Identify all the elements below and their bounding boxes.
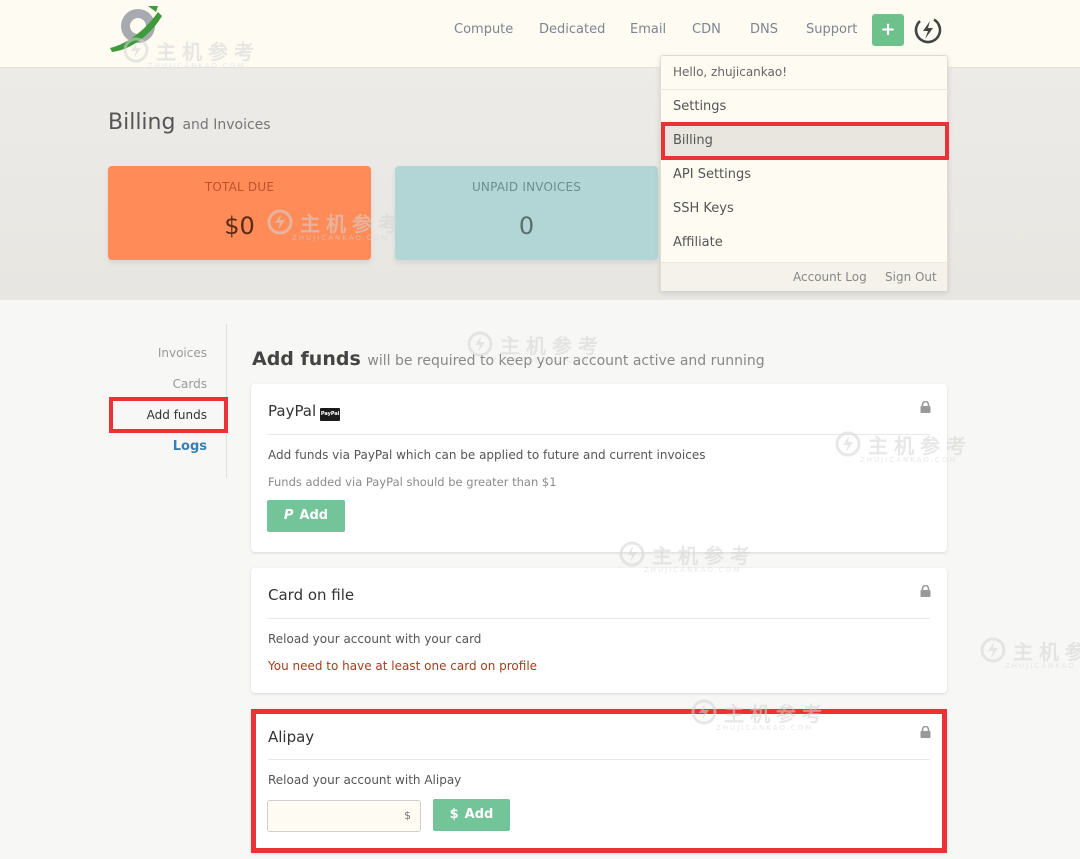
account-dropdown-menu: Hello, zhujicankao! Settings Billing API…: [660, 55, 949, 291]
card-on-file-warning: You need to have at least one card on pr…: [268, 659, 538, 673]
paypal-card-title: PayPal PayPal: [268, 402, 341, 421]
account-menu-icon[interactable]: [912, 14, 944, 46]
dropdown-divider: [661, 89, 947, 90]
page-title: Billing and Invoices: [108, 110, 271, 135]
paypal-add-button[interactable]: P Add: [267, 500, 345, 532]
total-due-value: $0: [224, 212, 255, 240]
dropdown-greeting: Hello, zhujicankao!: [673, 65, 788, 79]
unpaid-invoices-label: UNPAID INVOICES: [471, 180, 582, 194]
paypal-title-text: PayPal: [268, 402, 317, 420]
paypal-card-divider: [268, 434, 930, 435]
paypal-logo: PayPal: [320, 408, 341, 421]
create-button[interactable]: +: [872, 14, 904, 46]
card-on-file-title: Card on file: [268, 586, 355, 604]
section-title: Add funds will be required to keep your …: [252, 348, 765, 370]
total-due-card: TOTAL DUE $0: [108, 166, 371, 260]
unpaid-invoices-value: 0: [518, 212, 535, 240]
dropdown-item-ssh-keys[interactable]: SSH Keys: [673, 201, 734, 216]
dropdown-item-settings[interactable]: Settings: [673, 99, 726, 114]
lock-icon: [920, 401, 931, 413]
unpaid-invoices-card: UNPAID INVOICES 0: [395, 166, 658, 260]
sign-out-link[interactable]: Sign Out: [885, 270, 937, 284]
card-on-file-card: Card on file Reload your account with yo…: [251, 568, 947, 693]
paypal-add-label: Add: [299, 508, 329, 523]
sidebar-item-cards[interactable]: Cards: [173, 377, 207, 391]
paypal-minimum-note: Funds added via PayPal should be greater…: [268, 475, 557, 489]
section-title-main: Add funds: [252, 348, 361, 370]
nav-cdn[interactable]: CDN: [692, 22, 721, 37]
page-title-subtitle: and Invoices: [182, 117, 271, 133]
nav-dedicated[interactable]: Dedicated: [539, 22, 605, 37]
brand-logo[interactable]: [108, 4, 164, 54]
watermark-en: ZHUJICANKAO.COM: [1005, 662, 1080, 670]
nav-dns[interactable]: DNS: [750, 22, 778, 37]
page-title-main: Billing: [108, 110, 176, 135]
paypal-card: PayPal PayPal Add funds via PayPal which …: [251, 384, 947, 552]
watermark-logo-icon: [980, 637, 1006, 663]
total-due-label: TOTAL DUE: [204, 180, 275, 194]
nav-support[interactable]: Support: [806, 22, 857, 37]
card-on-file-divider: [268, 618, 930, 619]
nav-email[interactable]: Email: [630, 22, 666, 37]
sidebar-item-logs[interactable]: Logs: [173, 439, 207, 454]
card-on-file-description: Reload your account with your card: [268, 632, 482, 646]
paypal-icon: P: [283, 508, 294, 523]
sidebar-item-invoices[interactable]: Invoices: [158, 346, 207, 360]
dropdown-item-affiliate[interactable]: Affiliate: [673, 235, 723, 250]
alipay-highlight-box: [251, 709, 947, 853]
billing-highlight-box: [661, 122, 949, 160]
nav-compute[interactable]: Compute: [454, 22, 513, 37]
lock-icon: [920, 585, 931, 597]
watermark-cn: 主机参考: [1013, 640, 1080, 664]
dropdown-item-api-settings[interactable]: API Settings: [673, 167, 751, 182]
section-title-subtitle: will be required to keep your account ac…: [367, 353, 765, 369]
dropdown-footer: Account Log Sign Out: [661, 262, 947, 291]
paypal-description: Add funds via PayPal which can be applie…: [268, 448, 706, 462]
add-funds-highlight-box: [109, 397, 228, 433]
account-log-link[interactable]: Account Log: [793, 270, 867, 284]
